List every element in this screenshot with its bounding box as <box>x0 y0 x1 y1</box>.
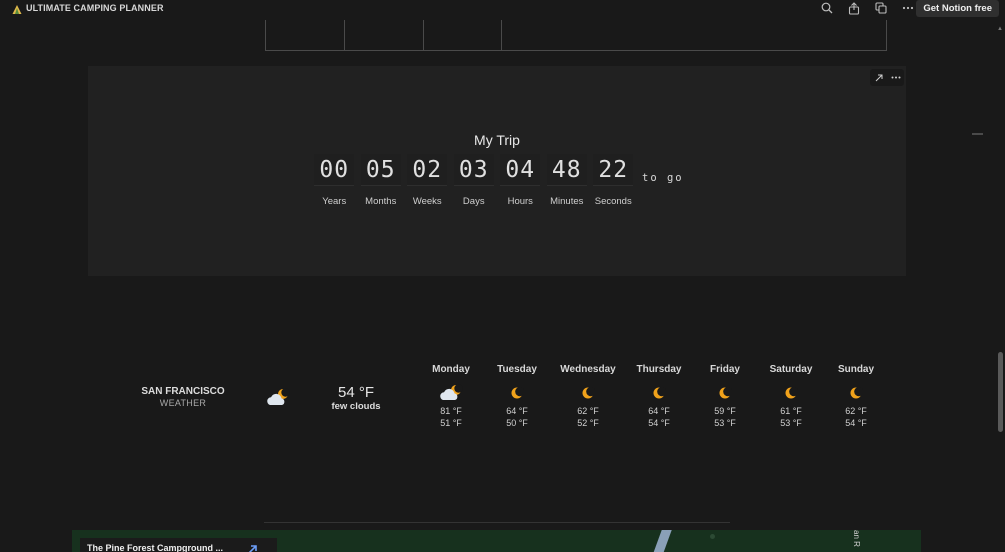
countdown-value: 02 <box>407 154 448 186</box>
forecast-day-name: Sunday <box>837 364 875 375</box>
moon-icon <box>690 384 760 402</box>
map-place-title: The Pine Forest Campground ... <box>87 543 224 552</box>
countdown-label: Minutes <box>550 196 584 207</box>
countdown-value: 03 <box>453 154 494 186</box>
forecast-high: 61 °F <box>780 406 802 416</box>
forecast-high: 81 °F <box>440 406 462 416</box>
countdown-seconds: 22 Seconds <box>590 154 637 207</box>
get-notion-free-button[interactable]: Get Notion free <box>916 0 999 17</box>
countdown-months: 05 Months <box>358 154 405 207</box>
forecast-day: Thursday 64 °F 54 °F <box>624 364 694 429</box>
countdown-label: Seconds <box>594 196 632 207</box>
page-title: ULTIMATE CAMPING PLANNER <box>26 2 164 13</box>
countdown-embed: My Trip 00 Years 05 Months 02 Weeks 03 Days … <box>88 66 906 276</box>
moon-icon <box>482 384 552 402</box>
countdown-hours: 04 Hours <box>497 154 544 207</box>
forecast-low: 54 °F <box>648 417 670 428</box>
map-marker <box>710 534 715 539</box>
forecast-day-name: Wednesday <box>560 364 616 375</box>
forecast-low: 53 °F <box>714 417 736 428</box>
countdown-days: 03 Days <box>451 154 498 207</box>
countdown-title: My Trip <box>474 132 520 148</box>
countdown-value: 00 <box>314 154 355 186</box>
share-icon[interactable] <box>847 1 861 15</box>
forecast-low: 53 °F <box>780 417 802 428</box>
moon-icon <box>553 384 623 402</box>
forecast-day-name: Tuesday <box>497 364 537 375</box>
outline-marker[interactable] <box>972 133 983 135</box>
table-cell[interactable] <box>502 20 886 50</box>
weather-subtitle: WEATHER <box>159 398 207 408</box>
countdown-label: Days <box>462 196 485 207</box>
table-remnant <box>265 20 887 51</box>
forecast-day-name: Saturday <box>769 364 813 375</box>
city-name: SAN FRANCISCO <box>141 386 225 397</box>
current-description: few clouds <box>331 401 381 412</box>
countdown-label: Months <box>365 196 397 207</box>
forecast-high: 59 °F <box>714 406 736 416</box>
forecast-day: Tuesday 64 °F 50 °F <box>482 364 552 429</box>
breadcrumb[interactable]: ULTIMATE CAMPING PLANNER <box>12 2 164 14</box>
table-cell[interactable] <box>345 20 424 50</box>
countdown-label: Years <box>322 196 347 207</box>
map-place-card[interactable]: The Pine Forest Campground ... <box>80 538 277 552</box>
countdown-value: 04 <box>500 154 541 186</box>
more-icon[interactable] <box>887 69 904 86</box>
forecast-low: 51 °F <box>440 417 462 428</box>
countdown-value: 48 <box>546 154 587 186</box>
map-road <box>651 530 673 552</box>
countdown-years: 00 Years <box>311 154 358 207</box>
countdown-weeks: 02 Weeks <box>404 154 451 207</box>
countdown-units: 00 Years 05 Months 02 Weeks 03 Days 04 Hours … <box>311 154 637 207</box>
more-icon[interactable] <box>901 1 915 15</box>
forecast-day-name: Monday <box>432 364 470 375</box>
forecast-day: Sunday 62 °F 54 °F <box>821 364 891 429</box>
cloud-moon-icon <box>416 384 486 402</box>
countdown-minutes: 48 Minutes <box>544 154 591 207</box>
table-cell[interactable] <box>266 20 345 50</box>
current-temperature: 54 °F <box>337 384 374 401</box>
camping-tent-icon <box>12 2 22 14</box>
forecast-high: 64 °F <box>506 406 528 416</box>
forecast-high: 62 °F <box>845 406 867 416</box>
countdown-value: 05 <box>360 154 401 186</box>
cloud-moon-icon <box>266 388 290 408</box>
current-weather: 54 °F few clouds <box>316 384 396 412</box>
moon-icon <box>624 384 694 402</box>
embed-actions <box>870 69 904 86</box>
countdown-label: Hours <box>507 196 533 207</box>
countdown-label: Weeks <box>412 196 442 207</box>
countdown-value: 22 <box>593 154 634 186</box>
top-bar: ULTIMATE CAMPING PLANNER Get Notion free <box>0 0 1005 17</box>
countdown-suffix: to go <box>642 172 684 184</box>
search-icon[interactable] <box>820 1 834 15</box>
map-embed[interactable]: an R The Pine Forest Campground ... <box>72 530 921 552</box>
divider <box>264 522 730 523</box>
map-street-label: an R <box>852 530 861 547</box>
scroll-up-arrow-icon[interactable]: ▲ <box>996 26 1004 32</box>
forecast-low: 52 °F <box>577 417 599 428</box>
table-cell[interactable] <box>424 20 502 50</box>
forecast-high: 62 °F <box>577 406 599 416</box>
forecast-day: Friday 59 °F 53 °F <box>690 364 760 429</box>
forecast-day: Saturday 61 °F 53 °F <box>756 364 826 429</box>
forecast-day: Wednesday 62 °F 52 °F <box>553 364 623 429</box>
open-external-icon[interactable] <box>870 69 887 86</box>
directions-icon[interactable] <box>247 544 258 552</box>
forecast-day: Monday 81 °F 51 °F <box>416 364 486 429</box>
weather-location: SAN FRANCISCO WEATHER <box>123 386 243 408</box>
moon-icon <box>821 384 891 402</box>
forecast-low: 54 °F <box>845 417 867 428</box>
forecast-high: 64 °F <box>648 406 670 416</box>
forecast-day-name: Friday <box>709 364 740 375</box>
duplicate-icon[interactable] <box>874 1 888 15</box>
moon-icon <box>756 384 826 402</box>
forecast-low: 50 °F <box>506 417 528 428</box>
scrollbar-thumb[interactable] <box>998 352 1003 432</box>
forecast-day-name: Thursday <box>636 364 682 375</box>
